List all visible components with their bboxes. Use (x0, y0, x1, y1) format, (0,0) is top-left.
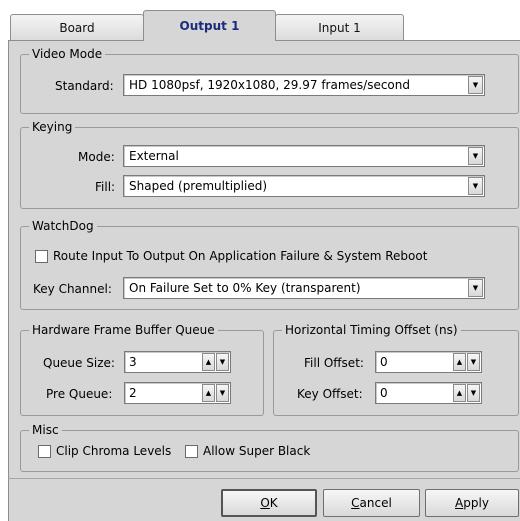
mode-select[interactable]: External ▼ (123, 145, 485, 167)
checkbox-box[interactable] (35, 249, 48, 263)
increment-icon[interactable]: ▲ (202, 384, 215, 402)
tab-strip: Board Output 1 Input 1 (0, 0, 520, 41)
cancel-label: ancel (359, 496, 392, 510)
pre-queue-label: Pre Queue: (46, 387, 113, 401)
chevron-down-icon[interactable]: ▼ (216, 353, 229, 371)
divider (8, 478, 520, 479)
stepper-controls[interactable]: ▲ ▼ (452, 384, 480, 402)
apply-accelerator: A (455, 496, 464, 510)
fill-offset-label: Fill Offset: (304, 356, 364, 370)
tab-board[interactable]: Board (10, 14, 144, 40)
tab-input-1-label: Input 1 (318, 20, 361, 35)
key-channel-label: Key Channel: (33, 282, 112, 296)
queue-size-value: 3 (129, 355, 137, 369)
key-channel-value: On Failure Set to 0% Key (transparent) (129, 281, 361, 295)
ok-label: K (269, 496, 278, 510)
fill-offset-value: 0 (380, 355, 388, 369)
allow-super-black-checkbox[interactable]: Allow Super Black (185, 444, 310, 458)
route-input-label: Route Input To Output On Application Fai… (53, 249, 428, 263)
fill-select[interactable]: Shaped (premultiplied) ▼ (123, 175, 485, 197)
chevron-down-icon[interactable]: ▼ (467, 384, 480, 402)
apply-label: pply (463, 496, 489, 510)
stepper-controls[interactable]: ▲ ▼ (201, 353, 229, 371)
watchdog-title: WatchDog (29, 219, 97, 233)
timing-title: Horizontal Timing Offset (ns) (282, 323, 461, 337)
increment-icon[interactable]: ▲ (202, 353, 215, 371)
increment-icon[interactable]: ▲ (453, 384, 466, 402)
route-input-checkbox[interactable]: Route Input To Output On Application Fai… (35, 249, 427, 263)
mode-label: Mode: (78, 150, 115, 164)
stepper-controls[interactable]: ▲ ▼ (452, 353, 480, 371)
queue-size-label: Queue Size: (43, 356, 115, 370)
chevron-down-icon[interactable]: ▼ (468, 76, 483, 94)
allow-super-black-label: Allow Super Black (203, 444, 311, 458)
key-offset-value: 0 (380, 386, 388, 400)
fill-offset-stepper[interactable]: 0 ▲ ▼ (375, 351, 482, 373)
tab-output-1[interactable]: Output 1 (143, 10, 276, 41)
checkbox-box[interactable] (38, 444, 51, 458)
tab-output-1-label: Output 1 (179, 19, 240, 33)
fill-label: Fill: (95, 180, 116, 194)
ok-button[interactable]: OK (221, 489, 317, 517)
tab-board-label: Board (59, 20, 95, 35)
key-offset-stepper[interactable]: 0 ▲ ▼ (375, 382, 482, 404)
chevron-down-icon[interactable]: ▼ (467, 353, 480, 371)
standard-label: Standard: (55, 79, 114, 93)
clip-chroma-checkbox[interactable]: Clip Chroma Levels (38, 444, 171, 458)
misc-title: Misc (29, 423, 62, 437)
cancel-button[interactable]: Cancel (323, 489, 420, 517)
chevron-down-icon[interactable]: ▼ (468, 279, 483, 297)
checkbox-box[interactable] (185, 444, 198, 458)
ok-accelerator: O (260, 496, 270, 510)
chevron-down-icon[interactable]: ▼ (216, 384, 229, 402)
queue-size-stepper[interactable]: 3 ▲ ▼ (124, 351, 231, 373)
pre-queue-stepper[interactable]: 2 ▲ ▼ (124, 382, 231, 404)
fill-value: Shaped (premultiplied) (129, 179, 267, 193)
pre-queue-value: 2 (129, 386, 137, 400)
chevron-down-icon[interactable]: ▼ (468, 177, 483, 195)
stepper-controls[interactable]: ▲ ▼ (201, 384, 229, 402)
increment-icon[interactable]: ▲ (453, 353, 466, 371)
keying-title: Keying (29, 120, 76, 134)
clip-chroma-label: Clip Chroma Levels (56, 444, 172, 458)
video-mode-title: Video Mode (29, 47, 106, 61)
mode-value: External (129, 149, 179, 163)
key-channel-select[interactable]: On Failure Set to 0% Key (transparent) ▼ (123, 277, 485, 299)
apply-button[interactable]: Apply (425, 489, 519, 517)
chevron-down-icon[interactable]: ▼ (468, 147, 483, 165)
hw-queue-title: Hardware Frame Buffer Queue (29, 323, 218, 337)
cancel-accelerator: C (351, 496, 360, 510)
standard-select[interactable]: HD 1080psf, 1920x1080, 29.97 frames/seco… (123, 74, 485, 96)
standard-value: HD 1080psf, 1920x1080, 29.97 frames/seco… (129, 78, 410, 92)
key-offset-label: Key Offset: (297, 387, 363, 401)
tab-input-1[interactable]: Input 1 (275, 14, 404, 40)
